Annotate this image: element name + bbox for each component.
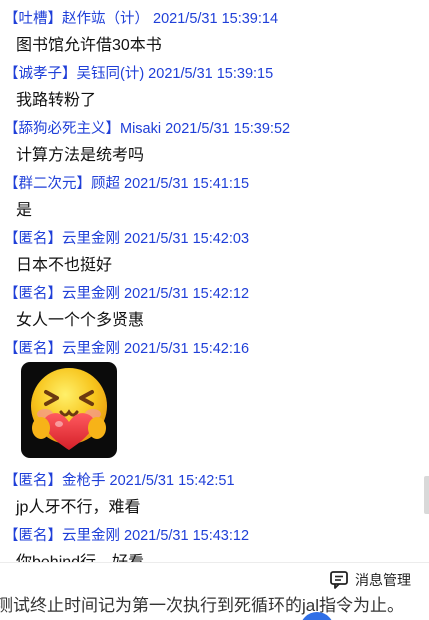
message-header: 【吐槽】赵作竑（计） 2021/5/31 15:39:14 <box>4 11 279 27</box>
heart-hug-emoji-icon <box>31 368 107 450</box>
message-manage-label: 消息管理 <box>355 572 411 588</box>
message-text: 是 <box>16 202 33 219</box>
chat-message-list[interactable]: 【吐槽】赵作竑（计） 2021/5/31 15:39:14 图书馆允许借30本书… <box>0 0 429 562</box>
sticker-image[interactable] <box>21 362 117 458</box>
message-manage-button[interactable]: 消息管理 <box>329 567 411 593</box>
scrollbar-handle[interactable] <box>424 476 429 514</box>
message-header: 【匿名】云里金刚 2021/5/31 15:43:12 <box>4 528 250 544</box>
message-text: 日本不也挺好 <box>16 257 113 274</box>
message-header: 【群二次元】顾超 2021/5/31 15:41:15 <box>4 176 250 192</box>
message-text: 我路转粉了 <box>16 92 97 109</box>
message-header: 【诚孝子】吴钰同(计) 2021/5/31 15:39:15 <box>4 66 274 82</box>
message-header: 【匿名】云里金刚 2021/5/31 15:42:03 <box>4 231 250 247</box>
message-text: jp人牙不行，难看 <box>16 499 141 516</box>
message-header: 【匿名】云里金刚 2021/5/31 15:42:12 <box>4 286 250 302</box>
message-text: 计算方法是统考吗 <box>16 147 145 164</box>
message-text: 图书馆允许借30本书 <box>16 37 162 54</box>
message-manage-icon <box>330 571 348 589</box>
document-text-line: 测试终止时间记为第一次执行到死循环的jal指令为止。 <box>0 596 405 615</box>
message-header: 【匿名】金枪手 2021/5/31 15:42:51 <box>4 473 235 489</box>
message-header: 【舔狗必死主义】Misaki 2021/5/31 15:39:52 <box>4 121 291 137</box>
message-text: 女人一个个多贤惠 <box>16 312 145 329</box>
message-text: 你behind行，好看 <box>16 553 144 562</box>
message-header: 【匿名】云里金刚 2021/5/31 15:42:16 <box>4 341 250 357</box>
background-document-strip: 测试终止时间记为第一次执行到死循环的jal指令为止。 <box>0 596 429 620</box>
chat-footer-bar: 消息管理 <box>0 562 429 597</box>
